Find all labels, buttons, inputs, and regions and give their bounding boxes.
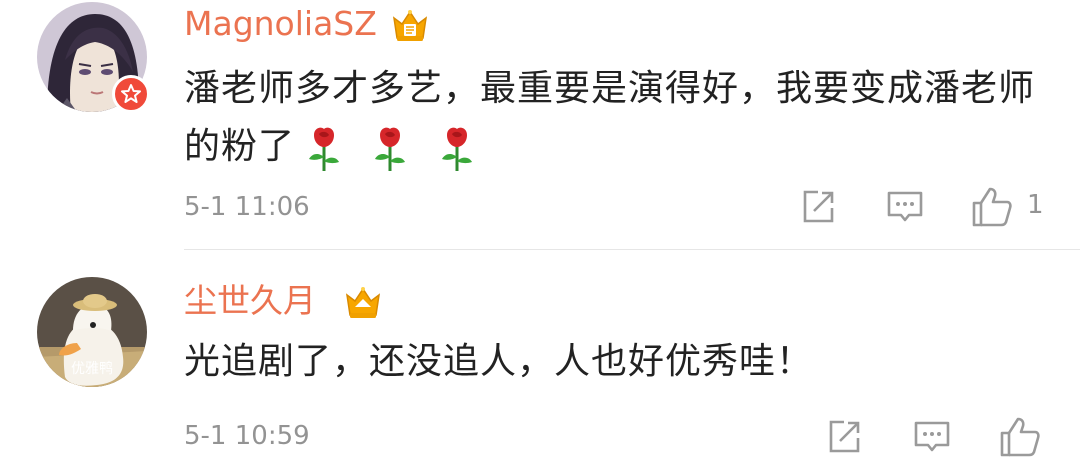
comment-text: 潘老师多才多艺，最重要是演得好，我要变成潘老师的粉了	[184, 60, 1044, 177]
emoji-row	[305, 119, 492, 177]
like-icon[interactable]	[970, 185, 1012, 227]
reply-icon[interactable]	[912, 417, 952, 457]
rose-emoji	[309, 127, 340, 171]
avatar-image: 优雅鸭	[37, 277, 147, 387]
member-crown-icon	[390, 8, 430, 44]
like-count: 1	[1027, 190, 1044, 220]
reply-icon[interactable]	[885, 187, 925, 227]
avatar[interactable]: 优雅鸭	[37, 277, 147, 387]
verified-badge-icon	[112, 75, 150, 113]
forward-icon[interactable]	[824, 417, 864, 457]
comment-text: 光追剧了，还没追人，人也好优秀哇！	[184, 333, 1044, 391]
comment-text-content: 光追剧了，还没追人，人也好优秀哇！	[184, 341, 814, 382]
avatar-watermark: 优雅鸭	[71, 361, 113, 377]
like-icon[interactable]	[998, 415, 1040, 457]
username[interactable]: 尘世久月	[184, 281, 316, 321]
comment-time: 5-1 10:59	[184, 421, 310, 451]
member-crown-icon	[343, 285, 383, 321]
rose-emoji	[441, 127, 472, 171]
rose-emoji	[375, 127, 406, 171]
comment-time: 5-1 11:06	[184, 192, 310, 222]
comment-item: 优雅鸭 尘世久月 光追剧了，还没追人，人也好优秀哇！ 5-1 10:59	[0, 250, 1080, 461]
comment-item: MagnoliaSZ 潘老师多才多艺，最重要是演得好，我要变成潘老师的粉了 5-…	[0, 0, 1080, 250]
forward-icon[interactable]	[798, 187, 838, 227]
username[interactable]: MagnoliaSZ	[184, 4, 377, 44]
